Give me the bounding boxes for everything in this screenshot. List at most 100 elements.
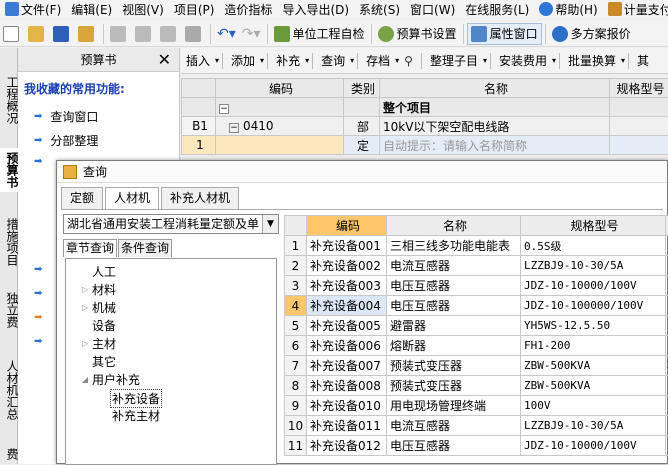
supplement-button[interactable]: 补充: [271, 52, 305, 69]
delete-button[interactable]: [182, 23, 207, 45]
insert-button[interactable]: 插入: [181, 52, 215, 69]
copy-button[interactable]: [132, 23, 157, 45]
nav-query-window[interactable]: ➡查询窗口: [34, 108, 98, 125]
folder-button[interactable]: [75, 23, 100, 45]
vertical-tab-bar: 工程概况 预算书 措施项目 独立费 人材机汇总 费: [0, 48, 18, 464]
tab-material[interactable]: 人材机: [105, 187, 159, 210]
table-row[interactable]: 9补充设备010用电现场管理终端100V: [285, 396, 668, 416]
menu-help[interactable]: 帮助(H): [534, 0, 602, 18]
vtab-overview[interactable]: 工程概况: [0, 72, 18, 128]
query-mode-tabs: 章节查询 条件查询: [63, 239, 173, 257]
paste-button[interactable]: [157, 23, 182, 45]
menu-system[interactable]: 系统(S): [354, 0, 405, 18]
batch-convert-button[interactable]: 批量换算: [563, 52, 621, 69]
collapse-icon[interactable]: ◢: [80, 375, 90, 384]
tree-node-supplement-main-material[interactable]: 补充主材: [112, 407, 160, 424]
table-row[interactable]: B1 −0410 部 10kV以下架空配电线路: [182, 117, 668, 136]
col-header-code[interactable]: 编码: [216, 79, 344, 98]
close-icon[interactable]: ✕: [158, 48, 171, 72]
redo-button[interactable]: ↷▾: [239, 23, 264, 45]
menu-online[interactable]: 在线服务(L): [460, 0, 534, 18]
app-icon: [5, 2, 19, 16]
menu-cost-index[interactable]: 造价指标: [219, 0, 277, 18]
menu-view[interactable]: 视图(V): [117, 0, 169, 18]
multi-report-button[interactable]: 多方案报价: [549, 23, 634, 45]
table-row[interactable]: 3补充设备003电压互感器JDZ-10-10000/100V: [285, 276, 668, 296]
col-header-code[interactable]: 编码: [307, 216, 387, 236]
nav-item-hidden[interactable]: ➡: [34, 312, 50, 323]
col-header-spec[interactable]: 规格型号: [521, 216, 666, 236]
vtab-measures[interactable]: 措施项目: [0, 214, 18, 270]
nav-item-hidden[interactable]: ➡: [34, 288, 50, 299]
table-row[interactable]: 7补充设备007预装式变压器ZBW-500KVA1: [285, 356, 668, 376]
table-row[interactable]: 5补充设备005避雷器YH5WS-12.5.50: [285, 316, 668, 336]
checklist-icon: [274, 26, 290, 42]
unit-check-button[interactable]: 单位工程自检: [271, 23, 368, 45]
nav-item-hidden[interactable]: ➡: [34, 264, 50, 275]
menu-file[interactable]: 文件(F): [0, 0, 66, 18]
tree-node-other[interactable]: 其它: [80, 353, 116, 370]
vtab-independent[interactable]: 独立费: [0, 288, 18, 332]
binoculars-icon[interactable]: ⚲: [399, 54, 418, 68]
tidy-items-button[interactable]: 整理子目: [425, 52, 483, 69]
name-input[interactable]: 自动提示：请输入名称简称: [380, 136, 610, 155]
table-row[interactable]: 8补充设备008预装式变压器ZBW-500KVA: [285, 376, 668, 396]
table-row[interactable]: 6补充设备006熔断器FH1-200: [285, 336, 668, 356]
vtab-material-summary[interactable]: 人材机汇总: [0, 354, 18, 426]
tree-node-equipment[interactable]: 设备: [80, 317, 116, 334]
collapse-icon[interactable]: −: [219, 104, 229, 114]
table-row[interactable]: 1 定 自动提示：请输入名称简称: [182, 136, 668, 155]
more-button[interactable]: 其: [632, 52, 654, 69]
cut-button[interactable]: [107, 23, 132, 45]
tab-condition-query[interactable]: 条件查询: [118, 239, 172, 257]
col-header-spec[interactable]: 规格型号: [610, 79, 668, 98]
open-button[interactable]: [25, 23, 50, 45]
nav-item-hidden[interactable]: ➡: [34, 336, 50, 347]
undo-button[interactable]: ↶▾: [214, 23, 239, 45]
window-icon: [471, 26, 487, 42]
attr-window-button[interactable]: 属性窗口: [467, 23, 542, 45]
main-toolbar: ↶▾ ↷▾ 单位工程自检 预算书设置 属性窗口 多方案报价: [0, 21, 668, 47]
tree-node-machine[interactable]: ▷机械: [80, 299, 116, 316]
vtab-fee[interactable]: 费: [0, 444, 18, 464]
menu-window[interactable]: 窗口(W): [405, 0, 460, 18]
tab-quota[interactable]: 定额: [61, 187, 103, 209]
menu-edit[interactable]: 编辑(E): [66, 0, 117, 18]
dropdown-arrow-icon[interactable]: ▼: [262, 215, 278, 233]
quota-library-select[interactable]: 湖北省通用安装工程消耗量定额及单▼: [63, 214, 279, 234]
new-button[interactable]: [0, 23, 25, 45]
archive-button[interactable]: 存档: [361, 52, 395, 69]
install-fee-button[interactable]: 安装费用: [494, 52, 552, 69]
copy-icon: [135, 26, 151, 42]
vtab-budget[interactable]: 预算书: [0, 148, 18, 192]
add-button[interactable]: 添加: [226, 52, 260, 69]
menu-import-export[interactable]: 导入导出(D): [277, 0, 354, 18]
col-header-type[interactable]: 类别: [344, 79, 380, 98]
tree-node-labor[interactable]: 人工: [80, 263, 116, 280]
table-row[interactable]: 4补充设备004电压互感器JDZ-10-100000/100V: [285, 296, 668, 316]
table-row[interactable]: 1补充设备001三相三线多功能电能表0.5S级: [285, 236, 668, 256]
expand-icon[interactable]: ▷: [80, 303, 90, 312]
menu-project[interactable]: 项目(P): [169, 0, 220, 18]
tab-chapter-query[interactable]: 章节查询: [63, 239, 117, 257]
expand-icon[interactable]: ▷: [80, 285, 90, 294]
nav-item-hidden[interactable]: ➡: [34, 156, 50, 167]
menu-payment[interactable]: 计量支付: [603, 0, 668, 18]
nav-section-tidy[interactable]: ➡分部整理: [34, 132, 98, 149]
table-row[interactable]: 10补充设备011电流互感器LZZBJ9-10-30/5A: [285, 416, 668, 436]
budget-settings-button[interactable]: 预算书设置: [375, 23, 460, 45]
table-row[interactable]: 2补充设备002电流互感器LZZBJ9-10-30/5A: [285, 256, 668, 276]
collapse-icon[interactable]: −: [229, 123, 239, 133]
save-button[interactable]: [50, 23, 75, 45]
tree-node-supplement-equipment[interactable]: 补充设备: [110, 389, 162, 408]
tab-supplement-material[interactable]: 补充人材机: [161, 187, 239, 209]
table-row[interactable]: 11补充设备012电压互感器JDZ-10-10000/100V: [285, 436, 668, 456]
col-header-name[interactable]: 名称: [387, 216, 521, 236]
tree-node-main-material[interactable]: ▷主材: [80, 335, 116, 352]
tree-node-material[interactable]: ▷材料: [80, 281, 116, 298]
table-row[interactable]: − 整个项目: [182, 98, 668, 117]
col-header-name[interactable]: 名称: [380, 79, 610, 98]
expand-icon[interactable]: ▷: [80, 339, 90, 348]
query-button[interactable]: 查询: [316, 52, 350, 69]
tree-node-user-supplement[interactable]: ◢用户补充: [80, 371, 140, 388]
